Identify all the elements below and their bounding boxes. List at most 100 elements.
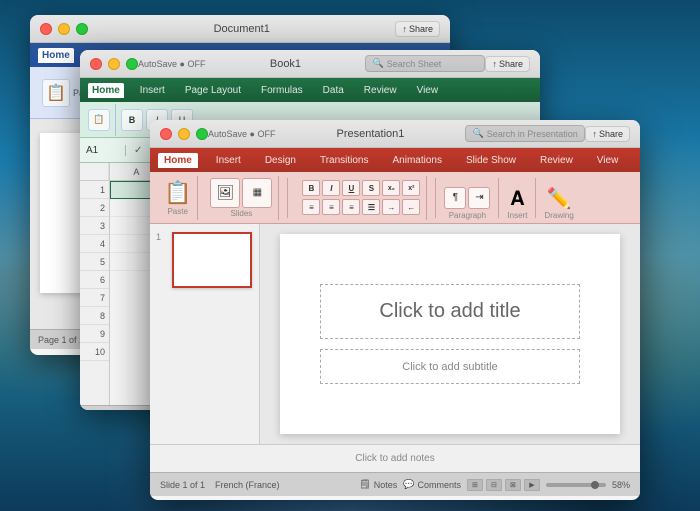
ppt-slide-sorter-button[interactable]: ⊟	[486, 479, 502, 491]
ppt-tab-insert[interactable]: Insert	[210, 153, 247, 168]
ppt-close-button[interactable]	[160, 128, 172, 140]
excel-titlebar: AutoSave ● OFF Book1 🔍 Search Sheet ↑ Sh…	[80, 50, 540, 78]
excel-search-box[interactable]: 🔍 Search Sheet	[365, 55, 485, 72]
excel-tab-pagelayout[interactable]: Page Layout	[181, 83, 245, 98]
ppt-format-group: B I U S x₂ x² ≡ ≡ ≡ ☰ → ←	[296, 176, 427, 220]
excel-row-5: 5	[80, 253, 109, 271]
ppt-align-center-button[interactable]: ≡	[322, 199, 340, 215]
excel-paste-button[interactable]: 📋	[88, 109, 110, 131]
ppt-slide-thumbnail[interactable]	[172, 232, 252, 288]
ppt-title-placeholder[interactable]: Click to add title	[320, 284, 580, 339]
ppt-reading-view-button[interactable]: ⊠	[505, 479, 521, 491]
excel-tab-data[interactable]: Data	[319, 83, 348, 98]
ppt-view-buttons: ⊞ ⊟ ⊠ ▶	[467, 479, 540, 491]
excel-tab-review[interactable]: Review	[360, 83, 401, 98]
excel-tab-formulas[interactable]: Formulas	[257, 83, 307, 98]
excel-tab-insert[interactable]: Insert	[136, 83, 169, 98]
ppt-indent-button[interactable]: →	[382, 199, 400, 215]
ppt-normal-view-button[interactable]: ⊞	[467, 479, 483, 491]
word-paste-button[interactable]: 📋	[42, 79, 70, 107]
excel-share-button[interactable]: ↑ Share	[485, 56, 530, 72]
excel-search-placeholder: Search Sheet	[387, 59, 442, 69]
ppt-search-box[interactable]: 🔍 Search in Presentation	[465, 125, 585, 142]
ppt-paste-group: 📋 Paste	[158, 176, 198, 220]
ppt-slide-number: 1	[156, 232, 168, 288]
ppt-share-button[interactable]: ↑ Share	[585, 126, 630, 142]
ppt-slideshow-button[interactable]: ▶	[524, 479, 540, 491]
ppt-tab-home[interactable]: Home	[158, 153, 198, 168]
ppt-tab-slideshow[interactable]: Slide Show	[460, 153, 522, 168]
ppt-share-icon: ↑	[592, 129, 597, 139]
word-close-button[interactable]	[40, 23, 52, 35]
excel-row-headers: 1 2 3 4 5 6 7 8 9 10	[80, 163, 110, 405]
ppt-minimize-button[interactable]	[178, 128, 190, 140]
ppt-subscript-button[interactable]: x₂	[382, 180, 400, 196]
excel-tab-view[interactable]: View	[413, 83, 443, 98]
excel-row-8: 8	[80, 307, 109, 325]
excel-checkmark-icon: ✓	[130, 145, 146, 156]
ppt-zoom-knob[interactable]	[591, 481, 599, 489]
ppt-slide-canvas[interactable]: Click to add title Click to add subtitle	[280, 234, 620, 434]
ppt-tab-review[interactable]: Review	[534, 153, 579, 168]
ppt-layout-button[interactable]: ▦	[242, 178, 272, 208]
ppt-subtitle-placeholder[interactable]: Click to add subtitle	[320, 349, 580, 384]
ppt-tab-transitions[interactable]: Transitions	[314, 153, 375, 168]
ppt-paragraph-btn2[interactable]: ⇥	[468, 187, 490, 209]
ppt-new-slide-button[interactable]: 🖼	[210, 178, 240, 208]
ppt-superscript-button[interactable]: x²	[402, 180, 420, 196]
powerpoint-window: AutoSave ● OFF Presentation1 🔍 Search in…	[150, 120, 640, 500]
ppt-drawing-button[interactable]: ✏️	[547, 186, 572, 211]
word-minimize-button[interactable]	[58, 23, 70, 35]
ppt-paragraph-btn1[interactable]: ¶	[444, 187, 466, 209]
ppt-paste-label: Paste	[167, 207, 187, 216]
ppt-separator-4	[535, 178, 536, 218]
ppt-italic-button[interactable]: I	[322, 180, 340, 196]
word-maximize-button[interactable]	[76, 23, 88, 35]
excel-bold-button[interactable]: B	[121, 109, 143, 131]
word-share-button[interactable]: ↑ Share	[395, 21, 440, 37]
ppt-insert-area: 𝐀 Insert	[507, 176, 527, 220]
ppt-zoom-slider[interactable]	[546, 483, 606, 487]
ppt-list-button[interactable]: ☰	[362, 199, 380, 215]
excel-cell-name[interactable]: A1	[86, 145, 126, 156]
ppt-separator-1	[287, 178, 288, 218]
ppt-comments-toggle[interactable]: 💬 Comments	[403, 479, 461, 490]
ppt-strikethrough-button[interactable]: S	[362, 180, 380, 196]
ppt-slide-panel: 1	[150, 224, 260, 444]
ppt-comments-icon: 💬	[403, 479, 414, 490]
ppt-statusbar: Slide 1 of 1 French (France) 🗒 Notes 💬 C…	[150, 472, 640, 496]
ppt-paragraph-label: Paragraph	[449, 211, 486, 220]
ppt-insert-textbox-button[interactable]: 𝐀	[510, 188, 524, 211]
excel-corner-header	[80, 163, 109, 181]
excel-tab-home[interactable]: Home	[88, 83, 124, 98]
excel-separator-1	[115, 104, 116, 136]
ppt-notes-area[interactable]: Click to add notes	[150, 444, 640, 472]
ppt-tab-view[interactable]: View	[591, 153, 625, 168]
excel-autosave: AutoSave ● OFF	[138, 59, 205, 69]
ppt-bold-button[interactable]: B	[302, 180, 320, 196]
ppt-drawing-area: ✏️ Drawing	[544, 176, 573, 220]
ppt-paste-button[interactable]: 📋	[164, 180, 191, 206]
ppt-maximize-button[interactable]	[196, 128, 208, 140]
excel-row-1: 1	[80, 181, 109, 199]
ppt-align-right-button[interactable]: ≡	[342, 199, 360, 215]
ppt-traffic-lights	[160, 128, 208, 140]
ppt-insert-label: Insert	[507, 211, 527, 220]
excel-minimize-button[interactable]	[108, 58, 120, 70]
ppt-align-left-button[interactable]: ≡	[302, 199, 320, 215]
ppt-notes-toggle[interactable]: 🗒 Notes	[359, 479, 397, 490]
excel-close-button[interactable]	[90, 58, 102, 70]
ppt-separator-2	[435, 178, 436, 218]
ppt-tab-animations[interactable]: Animations	[387, 153, 448, 168]
ppt-outdent-button[interactable]: ←	[402, 199, 420, 215]
word-title: Document1	[88, 23, 395, 35]
ppt-slides-group: 🖼 ▦ Slides	[204, 176, 279, 220]
ppt-search-icon: 🔍	[472, 128, 483, 139]
excel-traffic-lights	[90, 58, 138, 70]
excel-row-10: 10	[80, 343, 109, 361]
word-tab-home[interactable]: Home	[38, 48, 74, 63]
ppt-underline-button[interactable]: U	[342, 180, 360, 196]
excel-maximize-button[interactable]	[126, 58, 138, 70]
ppt-tab-design[interactable]: Design	[259, 153, 302, 168]
excel-title: Book1	[205, 58, 365, 70]
